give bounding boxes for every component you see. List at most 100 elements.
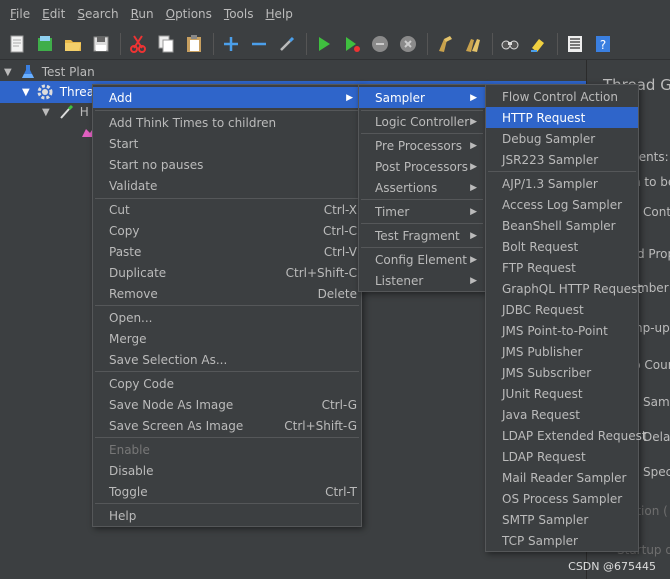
chevron-down-icon[interactable]: ▼: [22, 87, 30, 98]
open-icon[interactable]: [62, 33, 84, 55]
menu-item-label: Add: [109, 90, 133, 105]
chevron-down-icon[interactable]: ▼: [42, 107, 50, 118]
menu-item-duplicate[interactable]: Duplicate Ctrl+Shift-C: [93, 262, 361, 283]
menu-item-save-node-as-image[interactable]: Save Node As Image Ctrl-G: [93, 394, 361, 415]
menu-help[interactable]: Help: [260, 7, 299, 21]
stop-icon[interactable]: [369, 33, 391, 55]
start-no-pauses-icon[interactable]: [341, 33, 363, 55]
menu-item-label: Assertions: [375, 180, 438, 195]
sampler-item-debug-sampler[interactable]: Debug Sampler: [486, 128, 638, 149]
menu-item-paste[interactable]: Paste Ctrl-V: [93, 241, 361, 262]
clear-icon[interactable]: [434, 33, 456, 55]
menu-item-add[interactable]: Add ▶: [93, 87, 361, 108]
search-icon[interactable]: [499, 33, 521, 55]
menu-item-toggle[interactable]: Toggle Ctrl-T: [93, 481, 361, 502]
clear-all-icon[interactable]: [462, 33, 484, 55]
sampler-item-access-log-sampler[interactable]: Access Log Sampler: [486, 194, 638, 215]
svg-text:?: ?: [600, 38, 606, 52]
copy-icon[interactable]: [155, 33, 177, 55]
menu-item-label: LDAP Request: [502, 449, 586, 464]
paste-icon[interactable]: [183, 33, 205, 55]
menu-item-label: Add Think Times to children: [109, 115, 277, 130]
submenu-item-post-processors[interactable]: Post Processors ▶: [359, 156, 485, 177]
chevron-right-icon: ▶: [346, 92, 353, 103]
sampler-item-bolt-request[interactable]: Bolt Request: [486, 236, 638, 257]
sampler-item-flow-control-action[interactable]: Flow Control Action: [486, 86, 638, 107]
tree-node-test-plan[interactable]: ▼ Test Plan: [0, 61, 590, 83]
menu-tools[interactable]: Tools: [218, 7, 260, 21]
menu-item-shortcut: Ctrl+Shift-C: [285, 265, 357, 280]
sampler-item-tcp-sampler[interactable]: TCP Sampler: [486, 530, 638, 551]
sampler-item-java-request[interactable]: Java Request: [486, 404, 638, 425]
menu-item-label: SMTP Sampler: [502, 512, 589, 527]
shutdown-icon[interactable]: [397, 33, 419, 55]
save-icon[interactable]: [90, 33, 112, 55]
submenu-item-assertions[interactable]: Assertions ▶: [359, 177, 485, 198]
menu-item-save-selection-as[interactable]: Save Selection As...: [93, 349, 361, 370]
menu-item-label: Cut: [109, 202, 130, 217]
chevron-right-icon: ▶: [470, 92, 477, 103]
start-icon[interactable]: [313, 33, 335, 55]
function-helper-icon[interactable]: [564, 33, 586, 55]
submenu-item-pre-processors[interactable]: Pre Processors ▶: [359, 135, 485, 156]
menu-file[interactable]: File: [4, 7, 36, 21]
help-icon[interactable]: ?: [592, 33, 614, 55]
menu-item-cut[interactable]: Cut Ctrl-X: [93, 199, 361, 220]
menu-item-merge[interactable]: Merge: [93, 328, 361, 349]
menu-item-copy-code[interactable]: Copy Code: [93, 373, 361, 394]
sampler-item-jdbc-request[interactable]: JDBC Request: [486, 299, 638, 320]
sampler-item-jms-publisher[interactable]: JMS Publisher: [486, 341, 638, 362]
menu-item-copy[interactable]: Copy Ctrl-C: [93, 220, 361, 241]
sampler-item-http-request[interactable]: HTTP Request: [486, 107, 638, 128]
sampler-item-jsr223-sampler[interactable]: JSR223 Sampler: [486, 149, 638, 170]
menu-options[interactable]: Options: [160, 7, 218, 21]
cut-icon[interactable]: [127, 33, 149, 55]
sampler-item-ldap-request[interactable]: LDAP Request: [486, 446, 638, 467]
submenu-item-logic-controller[interactable]: Logic Controller ▶: [359, 111, 485, 132]
menu-item-enable: Enable: [93, 439, 361, 460]
chevron-down-icon[interactable]: ▼: [4, 67, 12, 78]
sampler-item-ldap-extended-request[interactable]: LDAP Extended Request: [486, 425, 647, 446]
panel-label-same-user: Same: [643, 395, 670, 409]
new-icon[interactable]: [6, 33, 28, 55]
expand-icon[interactable]: [220, 33, 242, 55]
menu-item-save-screen-as-image[interactable]: Save Screen As Image Ctrl+Shift-G: [93, 415, 361, 436]
sampler-item-smtp-sampler[interactable]: SMTP Sampler: [486, 509, 638, 530]
flask-icon: [20, 64, 36, 80]
collapse-icon[interactable]: [248, 33, 270, 55]
sampler-item-graphql-http-request[interactable]: GraphQL HTTP Request: [486, 278, 642, 299]
menu-item-disable[interactable]: Disable: [93, 460, 361, 481]
menu-search[interactable]: Search: [71, 7, 124, 21]
menu-separator: [361, 223, 483, 224]
menu-item-help[interactable]: Help: [93, 505, 361, 526]
sampler-item-junit-request[interactable]: JUnit Request: [486, 383, 638, 404]
menu-item-validate[interactable]: Validate: [93, 175, 361, 196]
submenu-item-sampler[interactable]: Sampler ▶: [359, 87, 485, 108]
menu-item-remove[interactable]: Remove Delete: [93, 283, 361, 304]
sampler-item-jms-point-to-point[interactable]: JMS Point-to-Point: [486, 320, 638, 341]
menu-item-label: TCP Sampler: [502, 533, 578, 548]
submenu-item-config-element[interactable]: Config Element ▶: [359, 249, 485, 270]
menu-item-start[interactable]: Start: [93, 133, 361, 154]
menu-edit[interactable]: Edit: [36, 7, 71, 21]
submenu-item-timer[interactable]: Timer ▶: [359, 201, 485, 222]
submenu-item-listener[interactable]: Listener ▶: [359, 270, 485, 291]
submenu-item-test-fragment[interactable]: Test Fragment ▶: [359, 225, 485, 246]
menu-separator: [95, 110, 359, 111]
sampler-item-jms-subscriber[interactable]: JMS Subscriber: [486, 362, 638, 383]
sampler-item-ftp-request[interactable]: FTP Request: [486, 257, 638, 278]
templates-icon[interactable]: [34, 33, 56, 55]
sampler-item-mail-reader-sampler[interactable]: Mail Reader Sampler: [486, 467, 638, 488]
reset-search-icon[interactable]: [527, 33, 549, 55]
menu-run[interactable]: Run: [125, 7, 160, 21]
sampler-item-beanshell-sampler[interactable]: BeanShell Sampler: [486, 215, 638, 236]
menu-item-start-no-pauses[interactable]: Start no pauses: [93, 154, 361, 175]
sampler-item-os-process-sampler[interactable]: OS Process Sampler: [486, 488, 638, 509]
menu-item-add-think-times[interactable]: Add Think Times to children: [93, 112, 361, 133]
menu-item-open[interactable]: Open...: [93, 307, 361, 328]
menu-separator: [95, 503, 359, 504]
menu-item-label: FTP Request: [502, 260, 576, 275]
toggle-icon[interactable]: [276, 33, 298, 55]
menu-item-label: Logic Controller: [375, 114, 470, 129]
sampler-item-ajp-sampler[interactable]: AJP/1.3 Sampler: [486, 173, 638, 194]
